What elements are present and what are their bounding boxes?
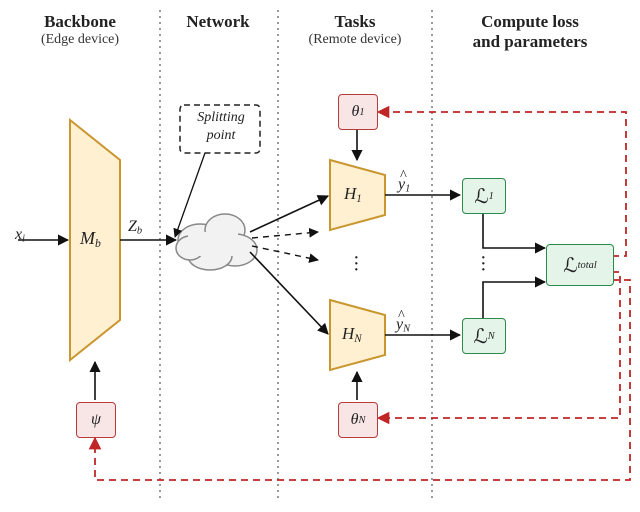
label-yhatN: yN bbox=[396, 316, 410, 335]
vdots-losses: ··· bbox=[480, 255, 487, 273]
label-xi: xi bbox=[15, 226, 25, 245]
subheader-tasks: (Remote device) bbox=[295, 32, 415, 48]
loss-L1: ℒ1 bbox=[462, 178, 506, 214]
label-Zb: Zb bbox=[128, 218, 142, 237]
label-H1: H1 bbox=[344, 184, 362, 205]
loss-Ltotal: ℒtotal bbox=[546, 244, 614, 286]
label-HN: HN bbox=[342, 324, 362, 345]
label-splitting-point: Splitting point bbox=[186, 109, 256, 144]
loss-LN: ℒN bbox=[462, 318, 506, 354]
vdots-heads: ··· bbox=[353, 255, 360, 273]
header-network: Network bbox=[168, 12, 268, 32]
param-thetaN: θN bbox=[338, 402, 378, 438]
diagram-stage: Backbone (Edge device) Network Tasks (Re… bbox=[0, 0, 640, 512]
label-Mb: Mb bbox=[80, 228, 101, 250]
label-yhat1: y1 bbox=[398, 176, 410, 195]
subheader-backbone: (Edge device) bbox=[20, 32, 140, 48]
header-backbone: Backbone bbox=[20, 12, 140, 32]
header-loss: Compute loss and parameters bbox=[440, 12, 620, 52]
param-theta1: θ1 bbox=[338, 94, 378, 130]
header-tasks: Tasks bbox=[295, 12, 415, 32]
param-psi: ψ bbox=[76, 402, 116, 438]
